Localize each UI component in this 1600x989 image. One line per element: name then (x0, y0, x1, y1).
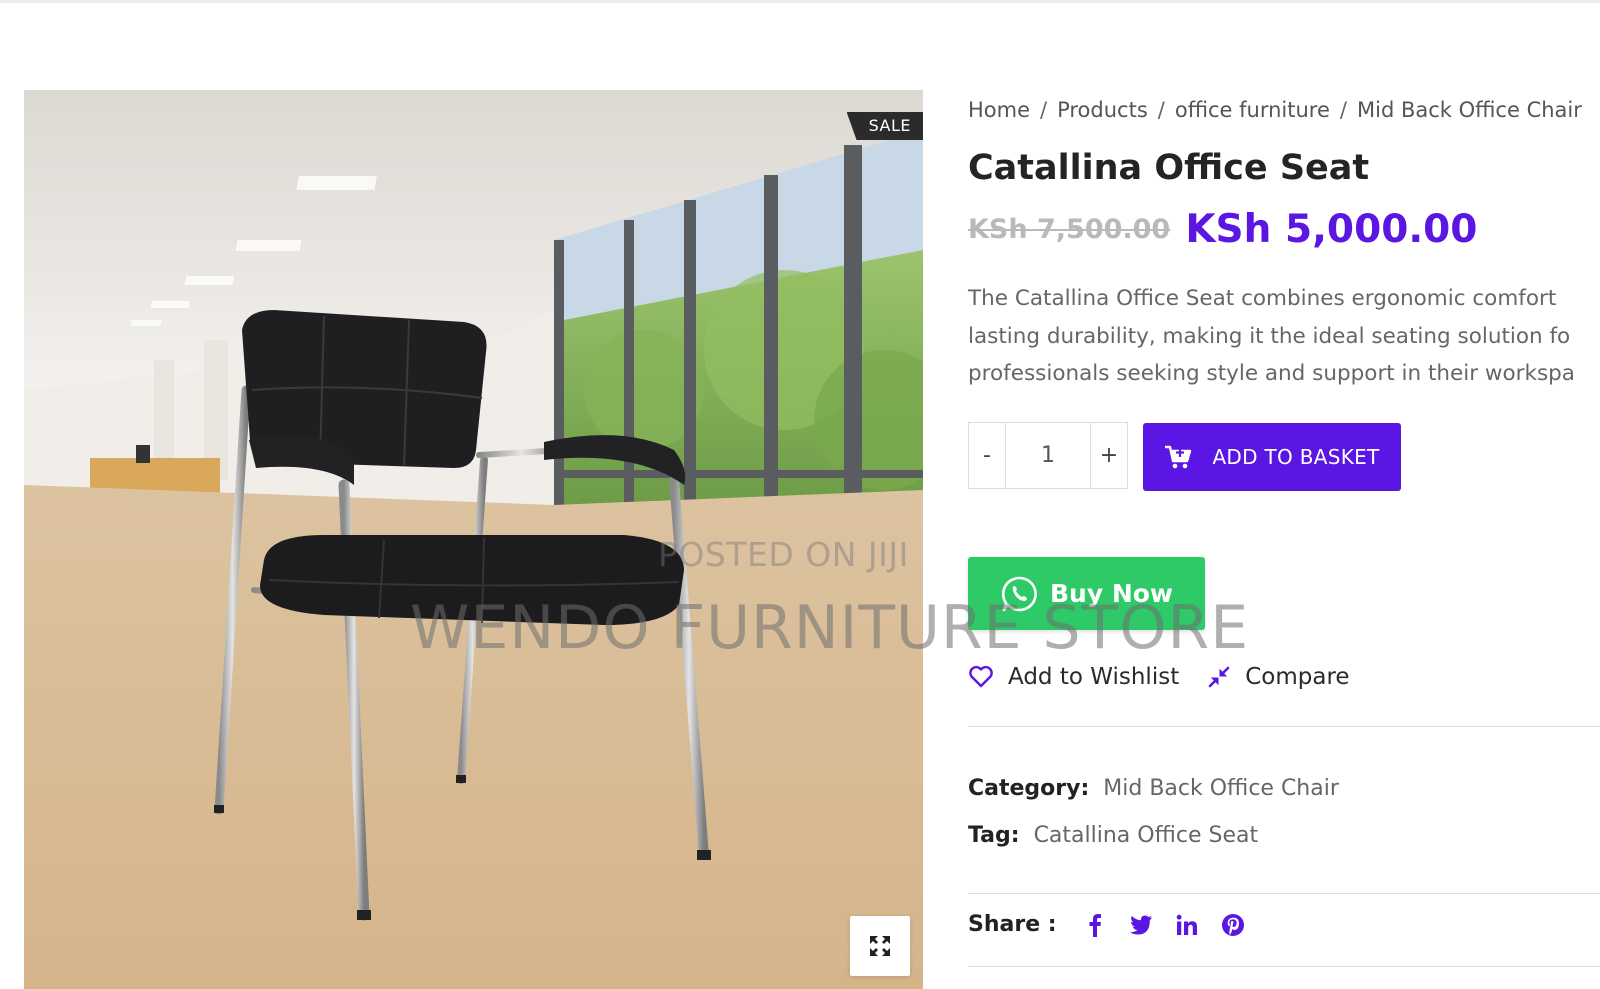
price: KSh 7,500.00 KSh 5,000.00 (968, 207, 1477, 252)
description-line: lasting durability, making it the ideal … (968, 323, 1571, 349)
whatsapp-icon (1001, 576, 1037, 611)
share-label: Share : (968, 912, 1057, 937)
sale-price: KSh 5,000.00 (1185, 207, 1478, 252)
quantity-input[interactable]: 1 (1005, 423, 1091, 488)
tag-label: Tag: (968, 823, 1020, 848)
sale-badge: SALE (846, 112, 923, 140)
product-image[interactable]: SALE (24, 90, 923, 989)
expand-icon (870, 936, 890, 956)
breadcrumb-separator: / (1157, 98, 1165, 122)
breadcrumb: Home / Products / office furniture / Mid Back … (968, 92, 1600, 128)
compare-icon (1208, 666, 1230, 688)
compare-label: Compare (1245, 664, 1350, 690)
chair-photo (24, 90, 923, 989)
heart-icon (969, 665, 993, 688)
original-price: KSh 7,500.00 (968, 214, 1171, 245)
share-bar: Share : (968, 912, 1245, 937)
product-category: Category: Mid Back Office Chair (968, 776, 1339, 801)
add-to-basket-button[interactable]: ADD TO BASKET (1143, 423, 1401, 491)
breadcrumb-home[interactable]: Home (968, 98, 1030, 122)
add-to-wishlist-button[interactable]: Add to Wishlist (968, 664, 1179, 690)
section-divider (968, 966, 1600, 967)
breadcrumb-products[interactable]: Products (1057, 98, 1148, 122)
add-to-basket-label: ADD TO BASKET (1212, 445, 1380, 469)
category-link[interactable]: Mid Back Office Chair (1103, 776, 1339, 801)
description-line: professionals seeking style and support … (968, 361, 1575, 386)
product-description: The Catallina Office Seat combines ergon… (968, 280, 1600, 393)
wishlist-label: Add to Wishlist (1008, 664, 1180, 690)
product-actions: Add to Wishlist Compare (968, 664, 1350, 690)
quantity-stepper: - 1 + (968, 422, 1128, 489)
section-divider (968, 726, 1600, 727)
facebook-icon[interactable] (1083, 913, 1107, 937)
pinterest-icon[interactable] (1221, 913, 1245, 937)
breadcrumb-current: Mid Back Office Chair (1356, 98, 1582, 122)
zoom-button[interactable] (850, 916, 910, 976)
product-tag: Tag: Catallina Office Seat (968, 823, 1258, 848)
buy-now-label: Buy Now (1049, 579, 1174, 608)
linkedin-icon[interactable] (1175, 913, 1199, 937)
category-label: Category: (968, 776, 1090, 801)
product-title: Catallina Office Seat (968, 148, 1370, 188)
twitter-icon[interactable] (1129, 913, 1153, 937)
breadcrumb-office-furniture[interactable]: office furniture (1175, 98, 1330, 122)
breadcrumb-separator: / (1339, 98, 1347, 122)
section-divider (968, 893, 1600, 894)
description-line: The Catallina Office Seat combines ergon… (968, 286, 1557, 311)
quantity-decrease-button[interactable]: - (969, 423, 1005, 488)
header-divider (0, 0, 1600, 3)
buy-now-button[interactable]: Buy Now (968, 557, 1205, 630)
compare-button[interactable]: Compare (1207, 664, 1350, 690)
cart-icon (1165, 445, 1192, 469)
quantity-increase-button[interactable]: + (1091, 423, 1127, 488)
tag-link[interactable]: Catallina Office Seat (1034, 823, 1259, 848)
breadcrumb-separator: / (1040, 98, 1048, 122)
